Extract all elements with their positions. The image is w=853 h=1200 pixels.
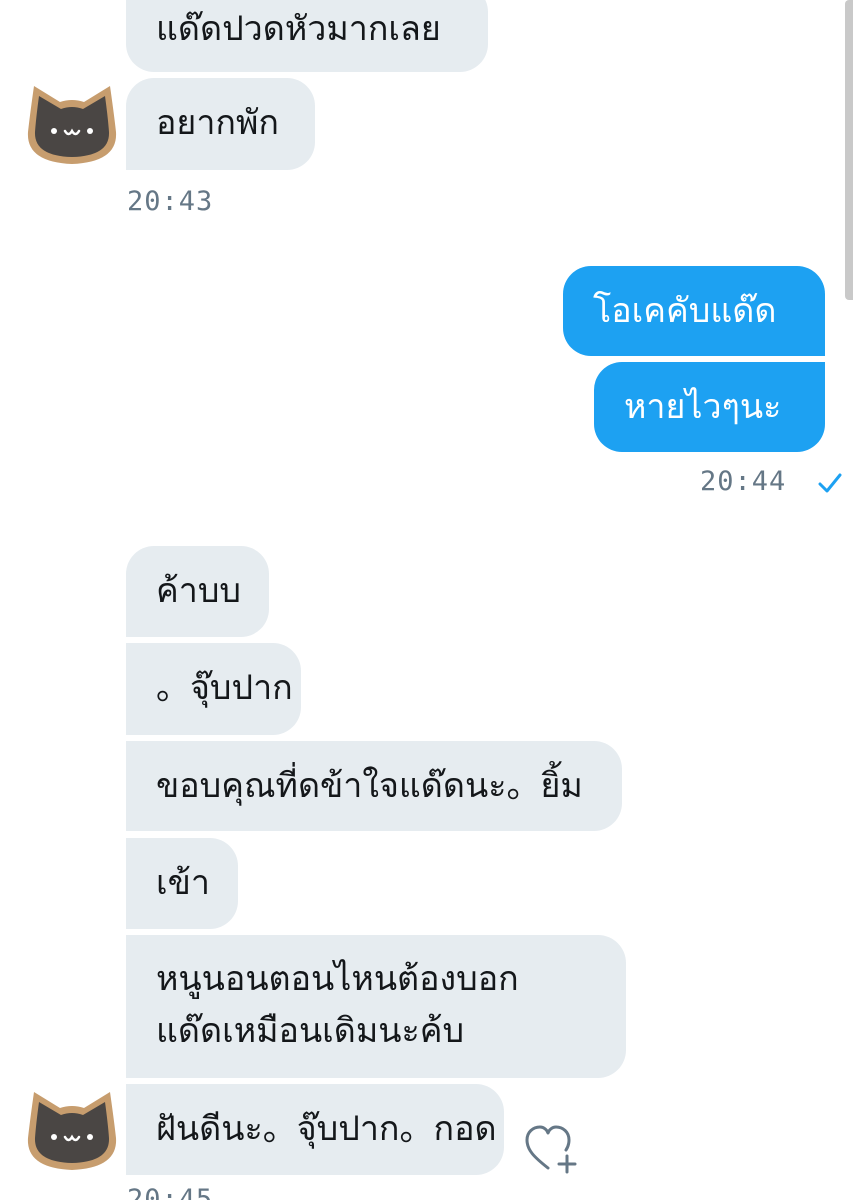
message-text: ขอบคุณที่ดข้าใจแด๊ดนะ。ยิ้ม: [156, 766, 583, 806]
message-timestamp: 20:45: [127, 1184, 214, 1200]
message-text-line: แด๊ดเหมือนเดิมนะค้บ: [156, 1011, 465, 1051]
message-bubble-incoming[interactable]: อยากพัก: [126, 78, 315, 170]
message-text: อยากพัก: [156, 103, 280, 143]
dm-conversation: แด๊ดปวดหัวมากเลย อยากพัก 20:43 โอเคคับแด…: [0, 0, 853, 1200]
message-bubble-incoming[interactable]: ค้าบบ: [126, 546, 269, 637]
message-bubble-incoming[interactable]: ขอบคุณที่ดข้าใจแด๊ดนะ。ยิ้ม: [126, 741, 622, 831]
message-text: ฝันดีนะ。จุ๊บปาก。กอด: [156, 1109, 497, 1149]
message-bubble-incoming[interactable]: หนูนอนตอนไหนต้องบอก แด๊ดเหมือนเดิมนะค้บ: [126, 935, 626, 1078]
message-bubble-incoming[interactable]: 。จุ๊บปาก: [126, 643, 301, 735]
message-text: ค้าบบ: [156, 571, 241, 611]
message-text-line: หนูนอนตอนไหนต้องบอก: [156, 959, 519, 999]
heart-plus-icon[interactable]: [524, 1124, 582, 1174]
message-text: แด๊ดปวดหัวมากเลย: [156, 9, 441, 49]
cat-avatar-icon[interactable]: [20, 1080, 124, 1176]
message-text: หายไวๆนะ: [624, 387, 782, 427]
message-bubble-incoming[interactable]: แด๊ดปวดหัวมากเลย: [126, 0, 488, 72]
message-timestamp: 20:44: [700, 466, 842, 497]
message-bubble-outgoing[interactable]: หายไวๆนะ: [594, 362, 825, 452]
message-text: โอเคคับแด๊ด: [593, 291, 777, 331]
scrollbar[interactable]: [845, 0, 853, 300]
cat-avatar-icon[interactable]: [20, 74, 124, 170]
message-timestamp: 20:43: [127, 186, 214, 217]
message-text: เข้า: [156, 863, 210, 903]
message-text: 。จุ๊บปาก: [156, 668, 293, 708]
message-bubble-outgoing[interactable]: โอเคคับแด๊ด: [563, 266, 825, 356]
message-bubble-incoming[interactable]: เข้า: [126, 838, 238, 929]
timestamp-text: 20:44: [700, 466, 787, 497]
checkmark-icon: [818, 473, 842, 492]
message-bubble-incoming[interactable]: ฝันดีนะ。จุ๊บปาก。กอด: [126, 1084, 504, 1175]
